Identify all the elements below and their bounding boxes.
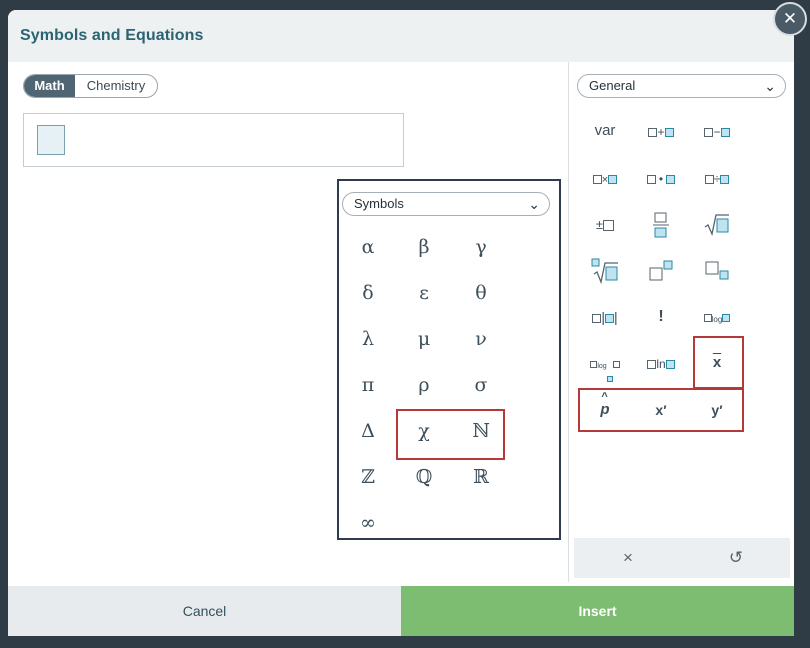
clear-icon[interactable]: × [613, 546, 643, 570]
superscript-button[interactable] [636, 255, 686, 285]
symbol-button[interactable]: Δ [348, 420, 388, 442]
dialog-header: Symbols and Equations [8, 10, 794, 62]
symbol-button[interactable]: ν [461, 328, 501, 350]
highlight-box-xbar [693, 336, 744, 389]
symbol-button[interactable]: ℤ [348, 466, 388, 488]
subtract-button[interactable]: − [692, 116, 742, 146]
symbol-button[interactable]: π [348, 374, 388, 396]
absolute-value-button[interactable]: | | [580, 302, 630, 332]
chevron-down-icon: ⌄ [528, 196, 540, 212]
editor-placeholder-box[interactable] [37, 125, 65, 155]
general-dropdown-label: General [589, 78, 636, 93]
equation-editor[interactable] [23, 113, 404, 167]
symbol-button[interactable]: θ [461, 282, 501, 304]
symbols-dropdown[interactable]: Symbols ⌄ [342, 192, 550, 216]
symbol-button[interactable]: δ [348, 282, 388, 304]
log-button[interactable]: log [692, 302, 742, 332]
symbol-button[interactable]: ε [404, 282, 444, 304]
plus-minus-button[interactable]: ± [580, 209, 630, 239]
divide-button[interactable]: ÷ [692, 163, 742, 193]
symbol-button[interactable]: α [348, 236, 388, 258]
var-button[interactable]: var [580, 116, 630, 146]
panel-divider [568, 62, 569, 582]
log-base-button[interactable]: log [580, 348, 630, 382]
mode-toggle: Math Chemistry [23, 74, 158, 98]
subscript-button[interactable] [692, 255, 742, 285]
insert-button[interactable]: Insert [401, 586, 794, 636]
highlight-box-primes [578, 388, 744, 432]
highlight-box-symbols [396, 409, 505, 460]
symbol-button[interactable]: ℝ [461, 466, 501, 488]
symbol-button[interactable]: γ [461, 236, 501, 258]
symbol-button[interactable]: μ [404, 328, 444, 350]
symbol-button[interactable]: σ [461, 374, 501, 396]
dialog-title: Symbols and Equations [20, 27, 204, 44]
tab-math[interactable]: Math [24, 75, 75, 97]
general-dropdown[interactable]: General ⌄ [577, 74, 786, 98]
ln-button[interactable]: ln [636, 348, 686, 378]
tools-bar: × ↺ [574, 538, 790, 578]
symbol-button[interactable]: β [404, 236, 444, 258]
fraction-button[interactable] [636, 209, 686, 239]
sqrt-button[interactable] [692, 209, 742, 239]
cancel-button[interactable]: Cancel [8, 586, 401, 636]
chevron-down-icon: ⌄ [764, 78, 776, 94]
undo-icon[interactable]: ↺ [721, 546, 751, 570]
symbol-button[interactable]: ρ [404, 374, 444, 396]
dot-multiply-button[interactable]: • [636, 163, 686, 193]
multiply-button[interactable]: × [580, 163, 630, 193]
nth-root-button[interactable] [580, 255, 630, 285]
add-button[interactable]: + [636, 116, 686, 146]
tab-chemistry[interactable]: Chemistry [75, 75, 157, 97]
symbol-button[interactable]: ℚ [404, 466, 444, 488]
symbols-dropdown-label: Symbols [354, 196, 404, 211]
close-button[interactable]: ✕ [773, 2, 807, 36]
factorial-button[interactable]: ! [636, 302, 686, 332]
symbol-button[interactable]: ∞ [348, 512, 388, 534]
close-icon: ✕ [782, 9, 798, 28]
symbol-button[interactable]: λ [348, 328, 388, 350]
